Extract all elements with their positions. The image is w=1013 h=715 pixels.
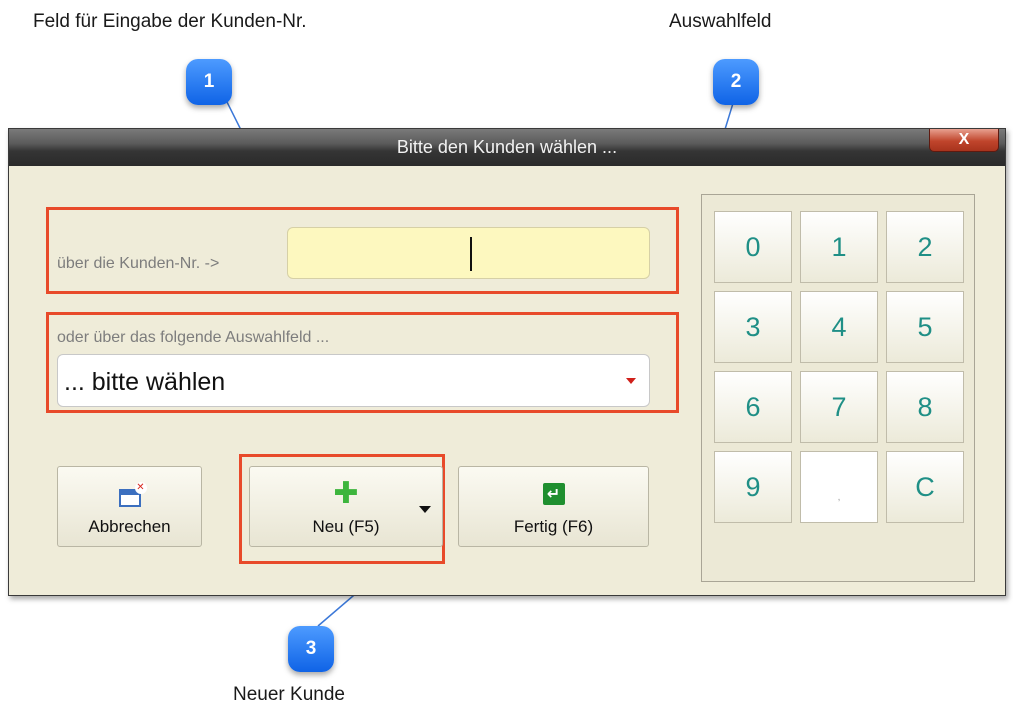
- enter-icon: ↵: [542, 483, 565, 505]
- dialog-title: Bitte den Kunden wählen ...: [396, 137, 618, 157]
- new-button-dropdown-icon[interactable]: [419, 506, 431, 513]
- numpad-key-7[interactable]: 7: [800, 371, 878, 443]
- chevron-down-icon: [626, 378, 636, 384]
- customer-select-dialog: Bitte den Kunden wählen ... X über die K…: [8, 128, 1006, 596]
- selection-label: oder über das folgende Auswahlfeld ...: [57, 329, 330, 346]
- numpad-key-3[interactable]: 3: [714, 291, 792, 363]
- numpad: 0 1 2 3 4 5 6 7 8 9 , C: [701, 194, 975, 582]
- customer-select-value: ... bitte wählen: [64, 368, 226, 396]
- callout-1-badge: 1: [186, 59, 232, 105]
- new-button-label: Neu (F5): [312, 517, 380, 536]
- numpad-key-clear[interactable]: C: [886, 451, 964, 523]
- numpad-key-1[interactable]: 1: [800, 211, 878, 283]
- numpad-key-0[interactable]: 0: [714, 211, 792, 283]
- new-customer-button[interactable]: ✚ Neu (F5): [249, 466, 443, 547]
- done-button-label: Fertig (F6): [513, 517, 594, 536]
- window-close-icon: [118, 482, 147, 507]
- customer-select[interactable]: ... bitte wählen: [57, 354, 650, 407]
- text-caret: [470, 237, 472, 271]
- numpad-key-comma[interactable]: ,: [800, 451, 878, 523]
- callout-2-label: Auswahlfeld: [669, 11, 772, 32]
- close-button[interactable]: X: [929, 129, 999, 152]
- numpad-key-comma-label: ,: [837, 491, 841, 503]
- customer-number-input[interactable]: [287, 227, 650, 279]
- done-button[interactable]: ↵ Fertig (F6): [458, 466, 649, 547]
- callout-1-label: Feld für Eingabe der Kunden-Nr.: [33, 11, 307, 32]
- numpad-key-5[interactable]: 5: [886, 291, 964, 363]
- callout-3-label: Neuer Kunde: [233, 684, 345, 705]
- callout-3-badge: 3: [288, 626, 334, 672]
- dialog-titlebar: Bitte den Kunden wählen ...: [9, 129, 1005, 166]
- plus-icon: ✚: [333, 477, 359, 510]
- numpad-key-4[interactable]: 4: [800, 291, 878, 363]
- numpad-key-2[interactable]: 2: [886, 211, 964, 283]
- cancel-button-label: Abbrechen: [88, 517, 171, 536]
- customer-number-label: über die Kunden-Nr. ->: [57, 255, 220, 272]
- numpad-key-9[interactable]: 9: [714, 451, 792, 523]
- numpad-key-8[interactable]: 8: [886, 371, 964, 443]
- numpad-key-6[interactable]: 6: [714, 371, 792, 443]
- cancel-button[interactable]: Abbrechen: [57, 466, 202, 547]
- close-icon: X: [958, 131, 970, 148]
- callout-2-badge: 2: [713, 59, 759, 105]
